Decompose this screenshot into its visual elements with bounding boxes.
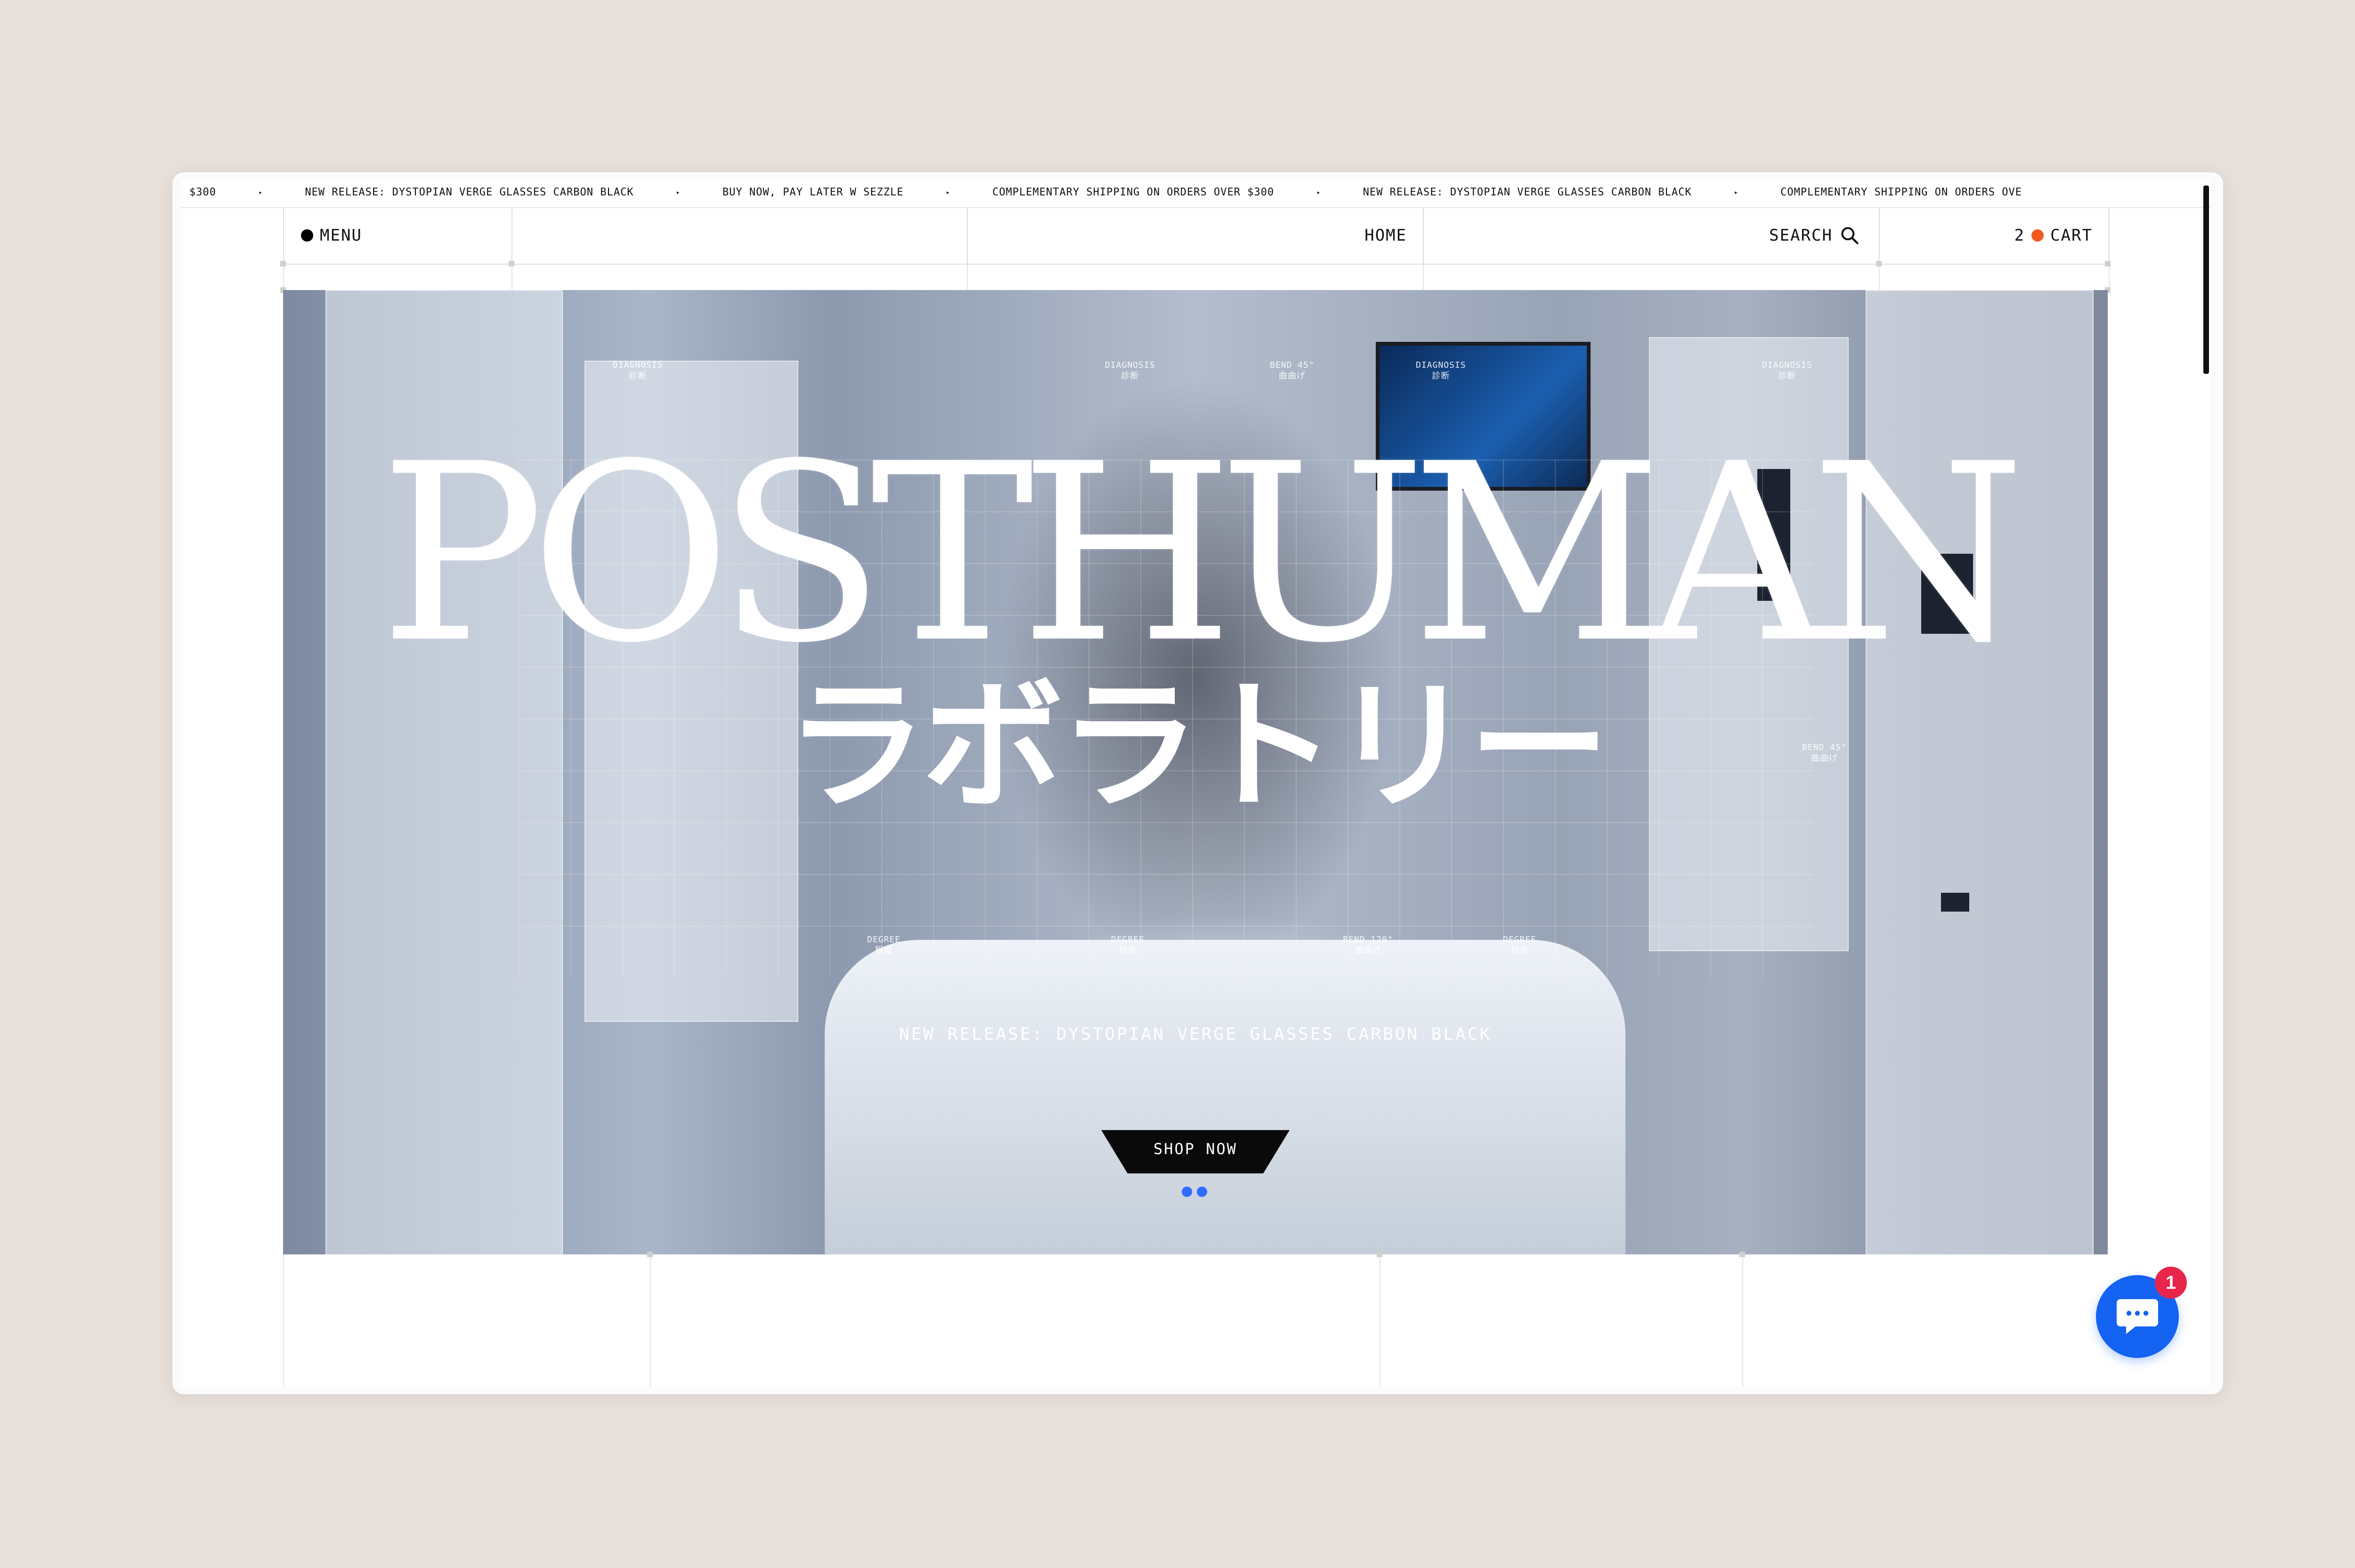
ticker-item[interactable]: COMPLEMENTARY SHIPPING ON ORDERS OVE: [1780, 186, 2064, 198]
hud-label: DIAGNOSIS 診断: [1105, 360, 1155, 381]
browser-frame: $300 ▸ NEW RELEASE: DYSTOPIAN VERGE GLAS…: [172, 172, 2223, 1394]
home-link[interactable]: HOME: [968, 207, 1424, 264]
grid-corner-mark: [647, 1252, 653, 1257]
grid-corner-mark: [509, 261, 514, 267]
grid-corner-mark: [1739, 1252, 1745, 1257]
ticker-item[interactable]: BUY NOW, PAY LATER W SEZZLE: [723, 186, 946, 198]
slider-pagination: [1182, 1187, 1207, 1197]
slider-dot[interactable]: [1182, 1187, 1192, 1197]
grid-corner-mark: [280, 261, 286, 267]
hud-label: DEGREE 程度: [867, 935, 901, 956]
page-scrollbar[interactable]: [2203, 186, 2209, 374]
grid-divider: [1423, 264, 1424, 292]
cart-label: CART: [2050, 226, 2093, 245]
search-button[interactable]: SEARCH: [1424, 207, 1880, 264]
lab-table: [825, 940, 1625, 1254]
hud-label: DEGREE 程度: [1111, 935, 1145, 956]
hud-label: DIAGNOSIS 診断: [1762, 360, 1812, 381]
ticker-arrow-icon: ▸: [1734, 188, 1738, 196]
announcement-ticker: $300 ▸ NEW RELEASE: DYSTOPIAN VERGE GLAS…: [181, 179, 2211, 208]
ticker-arrow-icon: ▸: [946, 188, 950, 196]
ticker-item[interactable]: COMPLEMENTARY SHIPPING ON ORDERS OVER $3…: [992, 186, 1316, 198]
cart-count: 2: [2014, 226, 2025, 245]
ticker-arrow-icon: ▸: [258, 188, 263, 196]
ticker-item: $300: [189, 186, 216, 198]
nav-spacer: [512, 207, 968, 264]
search-label: SEARCH: [1769, 226, 1833, 245]
content-grid: [283, 1254, 2109, 1387]
ticker-item[interactable]: NEW RELEASE: DYSTOPIAN VERGE GLASSES CAR…: [1363, 186, 1734, 198]
menu-dot-icon: [301, 229, 313, 242]
hud-label: BEND 120° 曲曲げ: [1343, 935, 1393, 956]
hero-banner[interactable]: DIAGNOSIS 診断 DIAGNOSIS 診断 BEND 45° 曲曲げ DIAG…: [283, 290, 2108, 1254]
menu-button[interactable]: MENU: [284, 207, 512, 264]
hero-release-text: NEW RELEASE: DYSTOPIAN VERGE GLASSES CAR…: [899, 1025, 1492, 1044]
cart-dot-icon: [2031, 229, 2044, 242]
chat-notification-badge: 1: [2155, 1267, 2187, 1299]
page: $300 ▸ NEW RELEASE: DYSTOPIAN VERGE GLAS…: [181, 179, 2211, 1387]
grid-corner-mark: [1377, 1252, 1382, 1257]
chat-bubble-icon: [2117, 1299, 2158, 1334]
menu-label: MENU: [320, 226, 362, 245]
home-label: HOME: [1364, 226, 1407, 245]
slider-dot[interactable]: [1197, 1187, 1207, 1197]
grid-corner-mark: [1876, 261, 1882, 267]
header-nav: MENU HOME SEARCH 2 CART: [283, 207, 2110, 265]
hud-label: DIAGNOSIS 診断: [1416, 360, 1466, 381]
search-icon: [1841, 227, 1859, 244]
wall-panel: [1941, 893, 1969, 912]
grid-divider: [1380, 1254, 1381, 1387]
hero-title: POSTHUMAN: [380, 411, 2025, 696]
hud-label: DEGREE 程度: [1503, 935, 1537, 956]
header-grid-lines: [283, 265, 2110, 293]
grid-divider: [967, 264, 968, 292]
hud-label: DIAGNOSIS 診断: [613, 360, 663, 381]
hero-subtitle: ラボラトリー: [786, 664, 1610, 829]
hud-label: BEND 45° 曲曲げ: [1270, 360, 1315, 381]
ticker-arrow-icon: ▸: [676, 188, 680, 196]
ticker-item[interactable]: NEW RELEASE: DYSTOPIAN VERGE GLASSES CAR…: [305, 186, 676, 198]
grid-divider: [650, 1254, 651, 1387]
grid-divider: [1879, 264, 1880, 292]
grid-corner-mark: [2105, 261, 2111, 267]
grid-divider: [1742, 1254, 1743, 1387]
cart-button[interactable]: 2 CART: [1880, 207, 2109, 264]
shop-now-button[interactable]: SHOP NOW: [1101, 1130, 1290, 1173]
ticker-arrow-icon: ▸: [1316, 188, 1321, 196]
